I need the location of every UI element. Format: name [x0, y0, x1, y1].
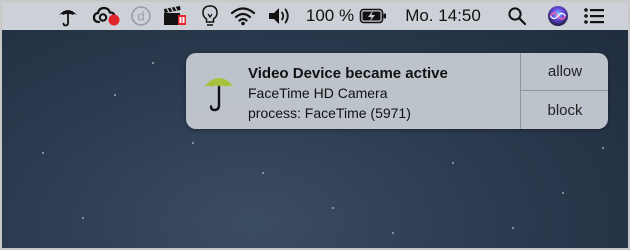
- notification-actions: allow block: [520, 53, 608, 129]
- notification-process: process: FaceTime (5971): [248, 105, 411, 121]
- star: [512, 227, 514, 229]
- umbrella-icon: [202, 69, 236, 113]
- star: [82, 217, 84, 219]
- clapperboard-icon[interactable]: [160, 2, 190, 30]
- clock[interactable]: Mo. 14:50: [400, 2, 486, 30]
- notification-title: Video Device became active: [248, 65, 448, 82]
- creative-cloud-icon[interactable]: [90, 2, 124, 30]
- star: [332, 207, 334, 209]
- lightbulb-icon[interactable]: [198, 2, 222, 30]
- desktop: d 100 % Mo. 14:50 Video Device became ac…: [0, 0, 630, 250]
- umbrella-icon[interactable]: [54, 2, 82, 30]
- notification-subtitle: FaceTime HD Camera: [248, 85, 388, 101]
- star: [262, 172, 264, 174]
- star: [192, 142, 194, 144]
- battery-percentage[interactable]: 100 %: [305, 2, 355, 30]
- star: [452, 162, 454, 164]
- wifi-icon[interactable]: [228, 2, 258, 30]
- svg-text:d: d: [137, 9, 144, 24]
- dash-d-icon[interactable]: d: [128, 2, 154, 30]
- siri-icon[interactable]: [544, 2, 572, 30]
- search-icon[interactable]: [504, 2, 530, 30]
- volume-icon[interactable]: [266, 2, 294, 30]
- star: [114, 94, 116, 96]
- notification-text: Video Device became active FaceTime HD C…: [248, 64, 448, 123]
- star: [602, 147, 604, 149]
- battery-charging-icon[interactable]: [358, 2, 388, 30]
- battery-percent-label: 100 %: [305, 6, 355, 25]
- star: [392, 232, 394, 234]
- notification-banner[interactable]: Video Device became active FaceTime HD C…: [186, 53, 608, 129]
- star: [562, 192, 564, 194]
- star: [152, 62, 154, 64]
- star: [42, 152, 44, 154]
- allow-button[interactable]: allow: [521, 53, 608, 91]
- menu-bar: d 100 % Mo. 14:50: [2, 2, 628, 30]
- block-button[interactable]: block: [521, 91, 608, 129]
- notification-center-icon[interactable]: [580, 2, 608, 30]
- clock-label: Mo. 14:50: [405, 6, 481, 25]
